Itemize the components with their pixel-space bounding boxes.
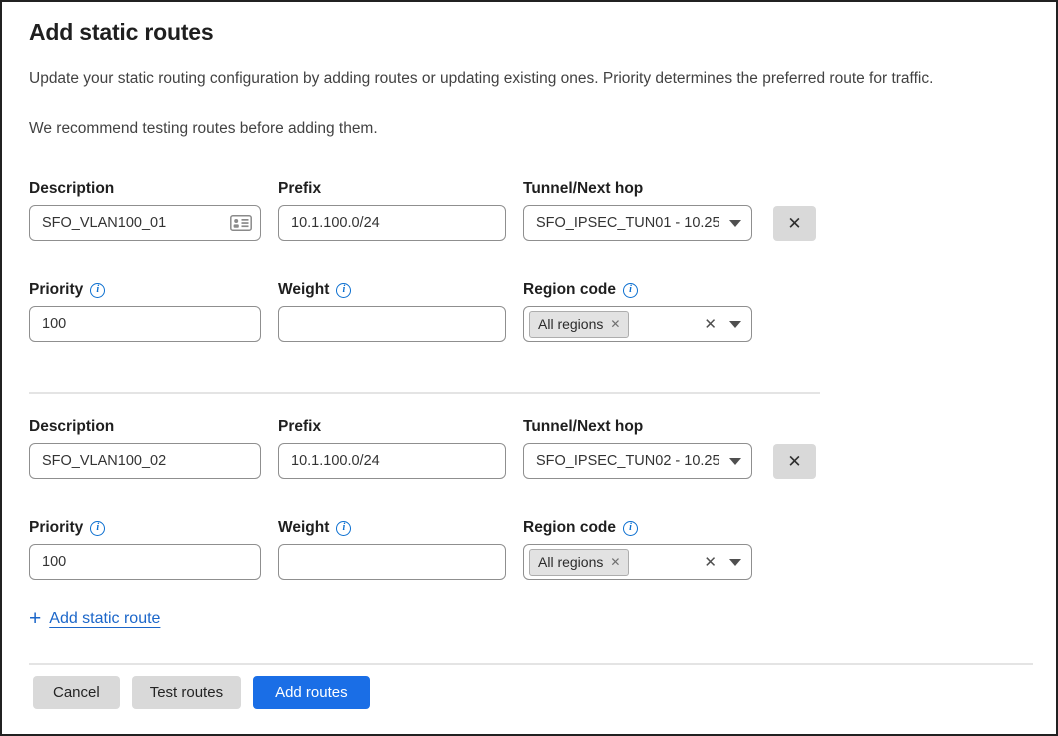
tunnel-selected-value: SFO_IPSEC_TUN02 - 10.25... <box>536 453 719 469</box>
description-input[interactable] <box>29 205 261 241</box>
dialog-description: Update your static routing configuration… <box>29 68 1029 90</box>
add-static-route-label: Add static route <box>49 610 160 628</box>
route-group-divider <box>29 392 820 394</box>
region-code-label: Region code <box>523 517 616 539</box>
prefix-input[interactable] <box>278 443 506 479</box>
prefix-label: Prefix <box>278 178 506 200</box>
footer-divider <box>29 663 1033 665</box>
region-chip: All regions ✕ <box>529 549 629 576</box>
priority-label: Priority <box>29 517 83 539</box>
dialog-title: Add static routes <box>29 17 1029 47</box>
weight-label: Weight <box>278 279 329 301</box>
region-code-label: Region code <box>523 279 616 301</box>
tunnel-select[interactable]: SFO_IPSEC_TUN02 - 10.25... <box>523 443 752 479</box>
region-chip: All regions ✕ <box>529 311 629 338</box>
tunnel-label: Tunnel/Next hop <box>523 416 752 438</box>
route-group-2: Description Prefix Tunnel/Next hop SFO_I… <box>29 416 1029 580</box>
chevron-down-icon <box>729 458 741 465</box>
contact-card-icon <box>230 215 252 231</box>
info-icon[interactable]: i <box>623 283 638 298</box>
remove-route-button[interactable]: ✕ <box>773 206 816 241</box>
weight-label: Weight <box>278 517 329 539</box>
priority-label: Priority <box>29 279 83 301</box>
chip-remove-icon[interactable]: ✕ <box>610 556 620 568</box>
info-icon[interactable]: i <box>336 521 351 536</box>
info-icon[interactable]: i <box>90 521 105 536</box>
region-chip-label: All regions <box>538 316 603 332</box>
prefix-input[interactable] <box>278 205 506 241</box>
route-group-1: Description Prefix <box>29 178 1029 342</box>
close-icon: ✕ <box>787 214 801 234</box>
close-icon: ✕ <box>787 452 801 472</box>
priority-input[interactable] <box>29 544 261 580</box>
chevron-down-icon <box>729 321 741 328</box>
weight-input[interactable] <box>278 306 506 342</box>
region-chip-label: All regions <box>538 554 603 570</box>
add-static-routes-dialog: Add static routes Update your static rou… <box>0 0 1058 736</box>
info-icon[interactable]: i <box>623 521 638 536</box>
tunnel-select[interactable]: SFO_IPSEC_TUN01 - 10.25... <box>523 205 752 241</box>
info-icon[interactable]: i <box>90 283 105 298</box>
cancel-button[interactable]: Cancel <box>33 676 120 709</box>
region-code-select[interactable]: All regions ✕ ✕ <box>523 306 752 342</box>
info-icon[interactable]: i <box>336 283 351 298</box>
plus-icon: + <box>29 609 41 629</box>
weight-input[interactable] <box>278 544 506 580</box>
add-static-route-link[interactable]: + Add static route <box>29 609 160 629</box>
chevron-down-icon <box>729 559 741 566</box>
priority-input[interactable] <box>29 306 261 342</box>
test-routes-button[interactable]: Test routes <box>132 676 241 709</box>
region-code-select[interactable]: All regions ✕ ✕ <box>523 544 752 580</box>
remove-route-button[interactable]: ✕ <box>773 444 816 479</box>
tunnel-label: Tunnel/Next hop <box>523 178 752 200</box>
add-routes-button[interactable]: Add routes <box>253 676 370 709</box>
dialog-footer: Cancel Test routes Add routes <box>33 676 1029 709</box>
tunnel-selected-value: SFO_IPSEC_TUN01 - 10.25... <box>536 215 719 231</box>
dialog-note: We recommend testing routes before addin… <box>29 118 1029 140</box>
clear-selection-icon[interactable]: ✕ <box>702 555 719 570</box>
prefix-label: Prefix <box>278 416 506 438</box>
chip-remove-icon[interactable]: ✕ <box>610 318 620 330</box>
clear-selection-icon[interactable]: ✕ <box>702 317 719 332</box>
description-label: Description <box>29 416 261 438</box>
chevron-down-icon <box>729 220 741 227</box>
description-label: Description <box>29 178 261 200</box>
description-input[interactable] <box>29 443 261 479</box>
